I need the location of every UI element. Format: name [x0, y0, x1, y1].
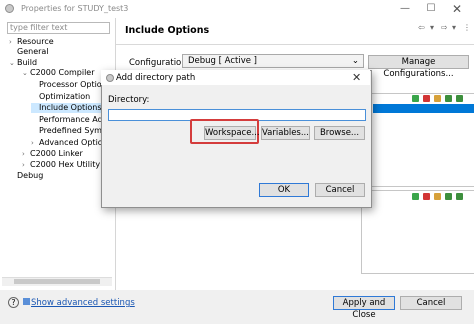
sidebar-item[interactable]: › C2000 Linker	[22, 149, 83, 159]
app-icon	[5, 4, 14, 13]
move-down-icon[interactable]	[456, 95, 463, 102]
dropdown-icon[interactable]: ▾	[430, 23, 434, 32]
chevron-icon: ›	[9, 38, 12, 46]
minimize-icon[interactable]: —	[392, 0, 418, 18]
forward-icon[interactable]: ⇨	[441, 23, 448, 32]
manage-configurations-button[interactable]: Manage Configurations...	[368, 55, 469, 79]
dialog-cancel-button[interactable]: Cancel	[315, 183, 365, 197]
configuration-value: Debug [ Active ]	[188, 56, 257, 66]
configuration-select[interactable]: Debug [ Active ] ⌄	[182, 54, 364, 68]
dropdown-icon-2[interactable]: ▾	[452, 23, 456, 32]
apply-and-close-button[interactable]: Apply and Close	[333, 296, 395, 320]
sidebar-item-label: Performance Advi	[39, 115, 110, 124]
move-up-icon[interactable]	[445, 95, 452, 102]
chevron-icon: ⌄	[9, 59, 15, 67]
preinclude-panel	[361, 190, 474, 274]
chevron-icon: ›	[22, 161, 25, 169]
cropped-bottom-strip	[0, 318, 474, 324]
back-icon[interactable]: ⇦	[418, 23, 425, 32]
maximize-icon[interactable]: ☐	[418, 0, 444, 18]
scrollbar-thumb[interactable]	[14, 279, 100, 284]
sidebar-item[interactable]: › Resource	[9, 37, 54, 47]
sidebar-item-label: C2000 Linker	[30, 149, 83, 158]
divider	[116, 44, 474, 45]
dialog-close-icon[interactable]: ✕	[352, 71, 361, 84]
chevron-icon: ⌄	[22, 69, 28, 77]
sidebar-item[interactable]: Optimization	[31, 92, 90, 102]
move-down-icon-2[interactable]	[456, 193, 463, 200]
sidebar-item[interactable]: ⌄ Build	[9, 58, 37, 68]
dialog-title: Add directory path	[116, 73, 196, 83]
chevron-icon: ›	[31, 139, 34, 147]
workspace-button[interactable]: Workspace...	[204, 126, 260, 140]
selected-path-row[interactable]	[373, 104, 474, 113]
sidebar-item-label: C2000 Compiler	[30, 68, 95, 77]
move-up-icon-2[interactable]	[445, 193, 452, 200]
sidebar-item[interactable]: Debug	[9, 171, 43, 181]
configuration-label: Configuration:	[129, 58, 190, 68]
page-title: Include Options	[125, 25, 210, 36]
link-icon	[23, 298, 30, 305]
window-title: Properties for STUDY_test3	[21, 4, 129, 13]
sidebar-item-label: Debug	[17, 171, 44, 180]
sidebar-item-label: Optimization	[39, 92, 91, 101]
sidebar-item[interactable]: Processor Options	[31, 80, 111, 90]
menu-icon[interactable]: ⋮	[463, 23, 471, 32]
add-icon[interactable]	[412, 95, 419, 102]
variables-button[interactable]: Variables...	[261, 126, 310, 140]
sidebar-item-label: Resource	[17, 37, 54, 46]
close-icon[interactable]: ✕	[444, 0, 470, 18]
chevron-down-icon: ⌄	[351, 56, 359, 66]
delete-icon-2[interactable]	[423, 193, 430, 200]
cancel-button[interactable]: Cancel	[400, 296, 462, 310]
add-icon-2[interactable]	[412, 193, 419, 200]
show-advanced-settings-link[interactable]: Show advanced settings	[31, 298, 135, 308]
chevron-icon: ›	[22, 150, 25, 158]
sidebar-item[interactable]: › Advanced Options	[31, 138, 112, 148]
sidebar-item[interactable]: Include Options	[31, 103, 102, 113]
sidebar-item[interactable]: Performance Advi	[31, 115, 110, 125]
filter-input[interactable]: type filter text	[7, 22, 110, 34]
sidebar-item[interactable]: › C2000 Hex Utility [D	[22, 160, 112, 170]
sidebar-item-label: Include Options	[39, 103, 102, 112]
sidebar-item-label: Build	[17, 58, 38, 67]
delete-icon[interactable]	[423, 95, 430, 102]
sidebar-item[interactable]: ⌄ C2000 Compiler	[22, 68, 95, 78]
ok-button[interactable]: OK	[259, 183, 309, 197]
sidebar-item-label: C2000 Hex Utility [D	[30, 160, 112, 169]
filter-placeholder: type filter text	[10, 23, 68, 32]
sidebar-item[interactable]: Predefined Symbo	[31, 126, 112, 136]
browse-button[interactable]: Browse...	[314, 126, 365, 140]
help-icon[interactable]: ?	[8, 297, 19, 308]
sidebar-item-label: General	[17, 47, 49, 56]
sidebar-item[interactable]: General	[9, 47, 49, 57]
edit-icon-2[interactable]	[434, 193, 441, 200]
directory-label: Directory:	[108, 95, 150, 105]
dialog-app-icon	[106, 74, 114, 82]
edit-icon[interactable]	[434, 95, 441, 102]
